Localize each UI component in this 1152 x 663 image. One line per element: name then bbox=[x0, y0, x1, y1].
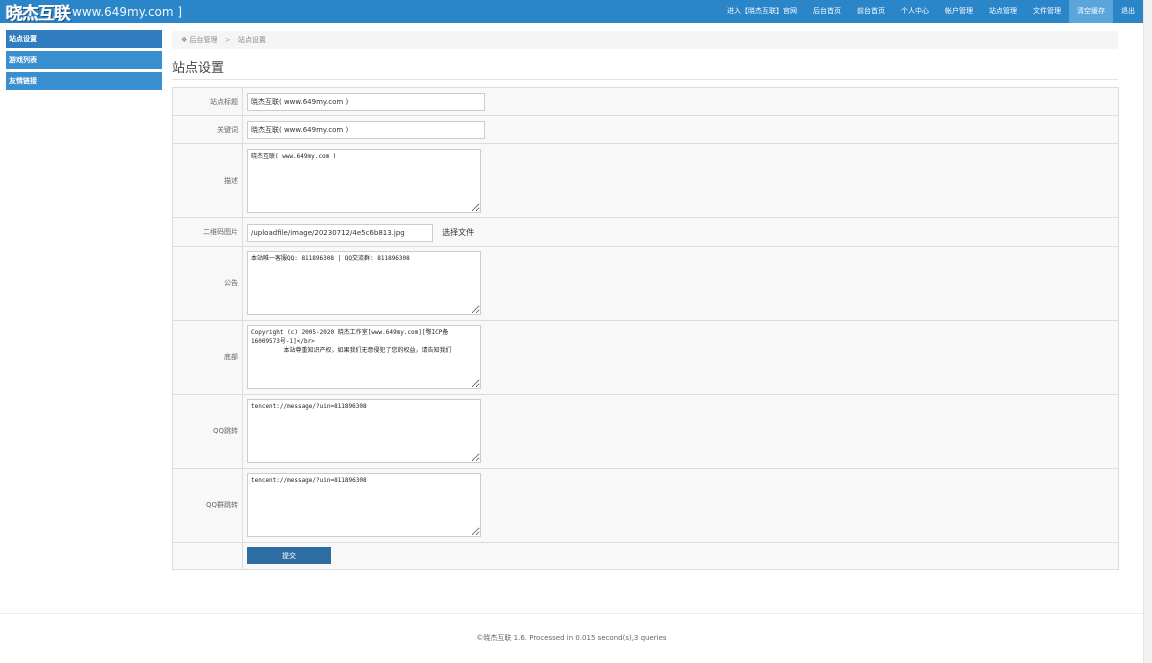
form-row-qq-link: QQ跳转 tencent://message/?uin=811896308 bbox=[172, 393, 1119, 469]
page-title: 站点设置 bbox=[172, 61, 225, 76]
nav-file-management[interactable]: 文件管理 bbox=[1025, 0, 1069, 23]
breadcrumb-current: 站点设置 bbox=[237, 36, 266, 44]
nav-personal-center[interactable]: 个人中心 bbox=[893, 0, 937, 23]
nav-site-management[interactable]: 站点管理 bbox=[981, 0, 1025, 23]
breadcrumb: ❖ 后台管理 > 站点设置 bbox=[172, 31, 1118, 49]
title-divider bbox=[172, 79, 1118, 80]
form-row-qrcode: 二维码图片 选择文件 bbox=[172, 217, 1119, 247]
form-row-description: 描述 晓杰互联( www.649my.com ) bbox=[172, 143, 1119, 218]
site-settings-form: 站点标题 关键词 描述 晓杰互联( www.649my.com ) 二维码图片 … bbox=[172, 87, 1119, 570]
site-title-input[interactable] bbox=[247, 92, 485, 111]
keywords-input[interactable] bbox=[247, 120, 485, 139]
nav-clear-cache[interactable]: 清空缓存 bbox=[1069, 0, 1113, 23]
brand[interactable]: 晓杰互联 www.649my.com ] bbox=[6, 0, 183, 24]
form-row-site-title: 站点标题 bbox=[172, 87, 1119, 116]
qrcode-label: 二维码图片 bbox=[172, 217, 243, 247]
brand-url: www.649my.com ] bbox=[72, 4, 183, 19]
nav-logout[interactable]: 退出 bbox=[1113, 0, 1143, 23]
qq-link-label: QQ跳转 bbox=[172, 393, 243, 469]
keywords-label: 关键词 bbox=[172, 115, 243, 144]
qq-link-textarea[interactable]: tencent://message/?uin=811896308 bbox=[247, 399, 481, 463]
nav-official-site[interactable]: 进入【晓杰互联】官网 bbox=[719, 0, 805, 23]
qq-group-link-textarea[interactable]: tencent://message/?uin=811896308 bbox=[247, 473, 481, 537]
description-textarea[interactable]: 晓杰互联( www.649my.com ) bbox=[247, 148, 481, 213]
description-label: 描述 bbox=[172, 143, 243, 218]
footer-html-textarea[interactable]: Copyright (c) 2005-2020 晓杰工作室[www.649my.… bbox=[247, 325, 481, 389]
site-title-label: 站点标题 bbox=[172, 87, 243, 116]
top-nav: 进入【晓杰互联】官网 后台首页 前台首页 个人中心 帐户管理 站点管理 文件管理… bbox=[719, 0, 1143, 23]
sidebar-item-site-settings[interactable]: 站点设置 bbox=[6, 30, 162, 48]
submit-button[interactable]: 提交 bbox=[247, 547, 331, 564]
page-footer: ©晓杰互联 1.6. Processed in 0.015 second(s),… bbox=[476, 634, 667, 642]
notice-textarea[interactable]: 本站唯一客服QQ: 811896308 | QQ交流群: 811896308 bbox=[247, 251, 481, 315]
nav-account-management[interactable]: 帐户管理 bbox=[937, 0, 981, 23]
vertical-scrollbar[interactable] bbox=[1143, 0, 1152, 663]
nav-admin-home[interactable]: 后台首页 bbox=[805, 0, 849, 23]
qrcode-path-input[interactable] bbox=[247, 223, 433, 242]
form-row-qq-group-link: QQ群跳转 tencent://message/?uin=811896308 bbox=[172, 467, 1119, 543]
top-navbar: 晓杰互联 www.649my.com ] 进入【晓杰互联】官网 后台首页 前台首… bbox=[0, 0, 1143, 24]
form-row-submit: 提交 bbox=[172, 541, 1119, 570]
form-row-footer: 底部 Copyright (c) 2005-2020 晓杰工作室[www.649… bbox=[172, 319, 1119, 395]
footer-html-label: 底部 bbox=[172, 319, 243, 395]
breadcrumb-home[interactable]: 后台管理 bbox=[190, 36, 218, 44]
choose-file-button[interactable]: 选择文件 bbox=[442, 227, 474, 238]
nav-front-home[interactable]: 前台首页 bbox=[849, 0, 893, 23]
sidebar-item-friend-links[interactable]: 友情链接 bbox=[6, 72, 162, 90]
notice-label: 公告 bbox=[172, 245, 243, 321]
sidebar: 站点设置 游戏列表 友情链接 bbox=[6, 30, 162, 93]
breadcrumb-separator: > bbox=[224, 36, 231, 44]
form-row-notice: 公告 本站唯一客服QQ: 811896308 | QQ交流群: 81189630… bbox=[172, 245, 1119, 321]
qq-group-link-label: QQ群跳转 bbox=[172, 467, 243, 543]
brand-logo[interactable]: 晓杰互联 bbox=[6, 0, 71, 24]
home-icon: ❖ bbox=[181, 36, 188, 44]
sidebar-item-game-list[interactable]: 游戏列表 bbox=[6, 51, 162, 69]
footer-divider bbox=[0, 613, 1143, 614]
form-row-keywords: 关键词 bbox=[172, 115, 1119, 144]
